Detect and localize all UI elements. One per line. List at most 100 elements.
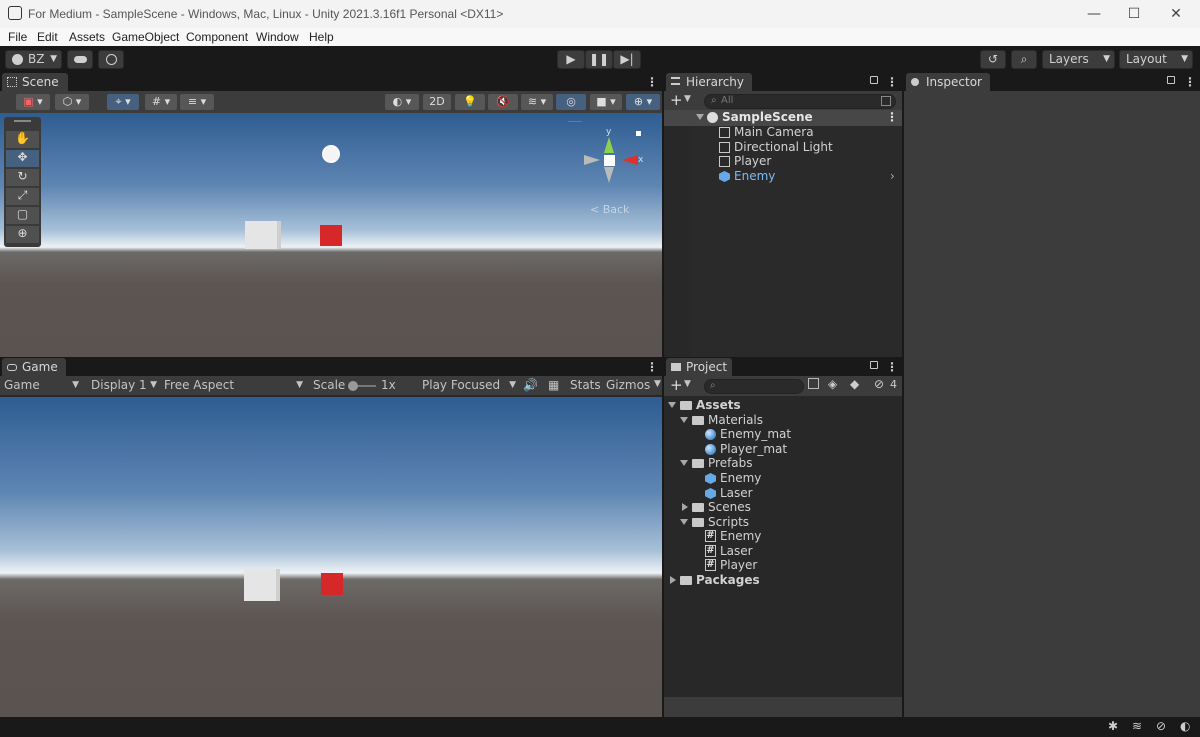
chevron-down-icon[interactable]: ▼ [684,379,691,389]
expand-icon[interactable] [680,417,688,423]
hand-tool[interactable]: ✋ [6,131,39,148]
stats-grid-icon[interactable]: ▦ [548,378,559,392]
expand-icon[interactable] [696,114,704,120]
collab-button[interactable] [98,50,124,69]
stats-button[interactable]: Stats [570,378,601,392]
mute-audio-icon[interactable]: 🔊 [523,378,538,392]
more-options-icon[interactable]: ⋮ [886,360,898,374]
lock-icon[interactable] [1167,76,1175,84]
filter-type-icon[interactable]: ◈ [828,377,837,391]
add-icon[interactable]: + [670,91,683,109]
scene-row[interactable]: SampleScene ⋮ [664,110,902,126]
tab-inspector[interactable]: Inspector [906,73,990,92]
drag-handle[interactable] [14,120,31,122]
move-tool[interactable]: ✥ [6,150,39,167]
layers-dropdown[interactable]: Layers ▼ [1042,50,1115,69]
gizmos-button[interactable]: ⊕ ▾ [626,94,660,110]
increment-snap-button[interactable]: ≡ ▾ [180,94,214,110]
audio-toggle[interactable]: 🔇 [488,94,518,110]
rect-tool[interactable]: ▢ [6,207,39,224]
collapse-icon[interactable] [682,503,688,511]
more-options-icon[interactable]: ⋮ [646,360,658,374]
rotate-tool[interactable]: ↻ [6,169,39,186]
shading-mode-button[interactable]: ◐ ▾ [385,94,419,110]
minimize-icon[interactable]: — [1074,4,1114,24]
search-button[interactable]: ⌕ [1011,50,1037,69]
more-options-icon[interactable]: ⋮ [1184,75,1196,89]
scene-viewport[interactable]: ✋ ✥ ↻ ⤢ ▢ ⊕ y x < Back [0,113,662,357]
bug-icon[interactable]: ✱ [1108,719,1118,733]
chevron-right-icon[interactable]: › [890,169,895,184]
project-folder-assets[interactable]: Assets [664,398,902,413]
game-viewport[interactable] [0,397,662,717]
game-view-dropdown[interactable]: Game ▼ [4,377,82,394]
project-folder-materials[interactable]: Materials [664,413,902,428]
chevron-down-icon[interactable]: ▼ [684,94,691,104]
chevron-down-icon[interactable]: ▼ [654,379,661,389]
layout-dropdown[interactable]: Layout ▼ [1119,50,1193,69]
hierarchy-item-directional-light[interactable]: Directional Light [664,140,902,155]
history-button[interactable]: ↺ [980,50,1006,69]
tab-scene[interactable]: Scene [2,73,68,92]
auto-generate-lighting-icon[interactable]: ⊘ [1156,719,1166,733]
tab-project[interactable]: Project [666,358,732,377]
menu-component[interactable]: Component [186,30,248,44]
directional-light-icon[interactable] [322,145,340,163]
project-asset-enemy-mat[interactable]: Enemy_mat [664,427,902,442]
draw-mode-button[interactable]: ▣ ▾ [16,94,50,110]
enemy-cube[interactable] [320,225,342,246]
project-folder-scenes[interactable]: Scenes [664,500,902,515]
menu-gameobject[interactable]: GameObject [112,30,179,44]
account-button[interactable]: BZ ▼ [5,50,62,69]
project-asset-laser-prefab[interactable]: Laser [664,486,902,501]
project-asset-laser-script[interactable]: # Laser [664,544,902,559]
pause-button[interactable]: ❚❚ [585,50,613,69]
lock-icon[interactable] [870,76,878,84]
add-icon[interactable]: + [670,376,683,394]
menu-file[interactable]: File [8,30,27,44]
pivot-button[interactable]: ⌖ ▾ [107,94,139,110]
cache-server-icon[interactable]: ≋ [1132,719,1142,733]
collapse-icon[interactable] [670,576,676,584]
play-mode-dropdown[interactable]: Play Focused ▼ [422,377,518,394]
step-button[interactable]: ▶| [613,50,641,69]
expand-icon[interactable] [680,460,688,466]
expand-icon[interactable] [668,402,676,408]
render-mode-button[interactable]: ⬡ ▾ [55,94,89,110]
project-folder-prefabs[interactable]: Prefabs [664,456,902,471]
menu-edit[interactable]: Edit [37,30,58,44]
filter-icon[interactable] [881,96,891,106]
scale-tool[interactable]: ⤢ [6,188,39,205]
visibility-toggle[interactable]: ◎ [556,94,586,110]
project-search-input[interactable]: ⌕ [704,379,804,394]
lighting-toggle[interactable]: 💡 [455,94,485,110]
label-tag-icon[interactable]: ◆ [850,377,859,391]
play-button[interactable]: ▶ [557,50,585,69]
maximize-icon[interactable]: ☐ [1114,4,1154,24]
cloud-button[interactable] [67,50,93,69]
scale-slider-thumb[interactable] [348,381,358,391]
search-by-type-icon[interactable] [808,378,819,389]
camera-button[interactable]: ■ ▾ [590,94,622,110]
more-options-icon[interactable]: ⋮ [886,75,898,89]
tab-hierarchy[interactable]: Hierarchy [666,73,752,92]
player-cube[interactable] [245,221,281,249]
transform-tool[interactable]: ⊕ [6,226,39,243]
project-asset-player-script[interactable]: # Player [664,558,902,573]
menu-assets[interactable]: Assets [69,30,105,44]
project-folder-packages[interactable]: Packages [664,573,902,588]
lock-icon[interactable] [870,361,878,369]
hidden-packages-icon[interactable]: ⊘ [874,377,884,391]
menu-help[interactable]: Help [309,30,334,44]
project-folder-scripts[interactable]: Scripts [664,515,902,530]
progress-icon[interactable]: ◐ [1180,719,1190,733]
project-asset-enemy-script[interactable]: # Enemy [664,529,902,544]
close-icon[interactable]: ✕ [1156,4,1196,24]
gizmos-button[interactable]: Gizmos [606,378,650,392]
grid-snap-button[interactable]: # ▾ [145,94,177,110]
scene-gizmo[interactable]: y x [584,127,644,191]
more-options-icon[interactable]: ⋮ [886,110,898,125]
more-options-icon[interactable]: ⋮ [646,75,658,89]
hierarchy-search-input[interactable]: ⌕ All [704,94,896,109]
gizmo-drag-handle[interactable] [568,121,582,122]
